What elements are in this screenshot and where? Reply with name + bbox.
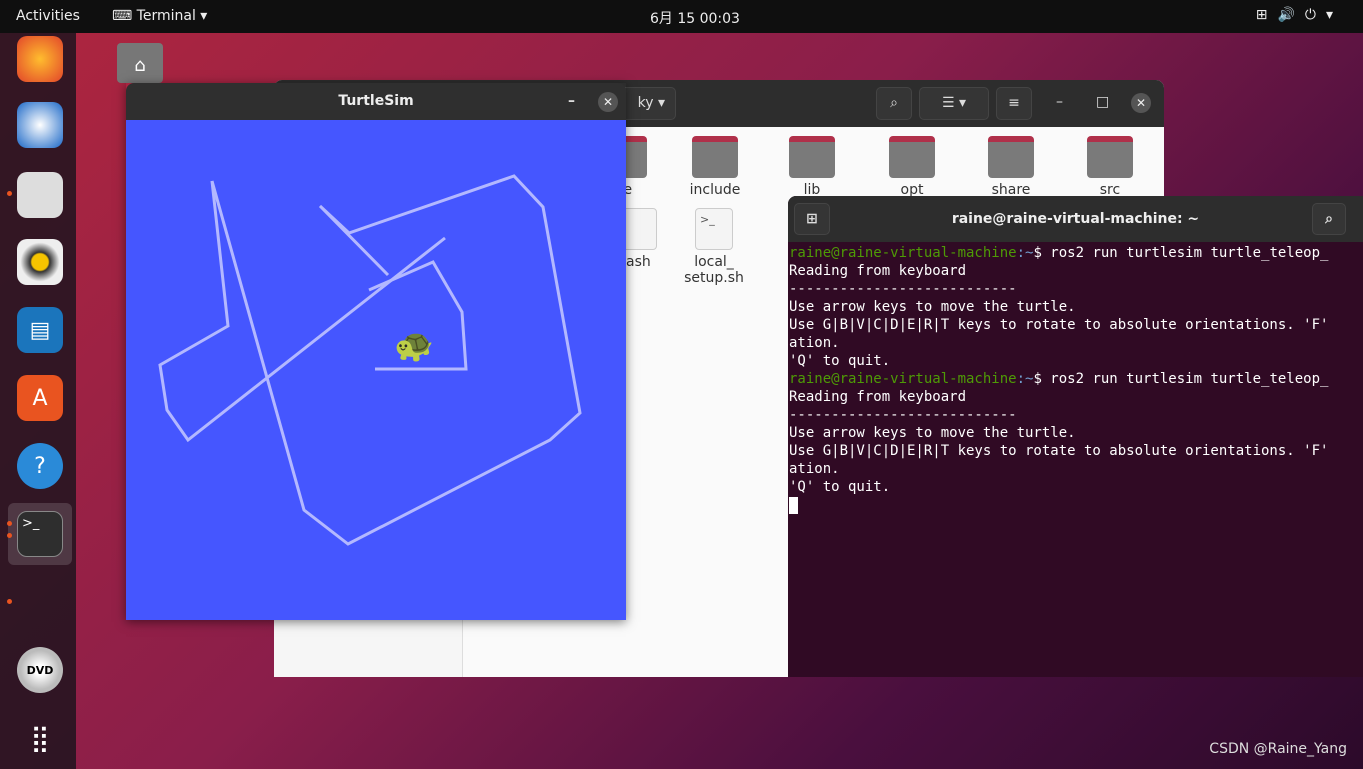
home-folder-icon[interactable]: ⌂ [117,43,163,83]
firefox-icon[interactable] [17,36,63,82]
top-bar: Activities ⌨ Terminal ▾ 6月 15 00:03 ⊞🔊⏻▾ [0,0,1363,33]
terminal-output[interactable]: raine@raine-virtual-machine:~$ ros2 run … [788,242,1363,516]
new-tab-icon[interactable]: ⊞ [794,203,830,235]
folder-item[interactable]: share [981,136,1041,198]
minimize-button[interactable]: – [1056,94,1063,110]
app-menu[interactable]: ⌨ Terminal ▾ [112,8,207,24]
show-apps-icon[interactable]: ⣿ [17,716,63,762]
dock: ▤ A ? >_ DVD ⣿ [0,33,76,769]
power-icon: ⏻▾ [1304,7,1343,23]
trail-segment [158,180,446,443]
network-icon: ⊞ [1255,7,1278,23]
folder-item[interactable]: opt [882,136,942,198]
search-icon[interactable]: ⌕ [876,87,912,120]
view-toggle[interactable]: ☰ ▾ [919,87,989,120]
turtle-canvas: 🐢 [126,120,626,620]
rhythmbox-icon[interactable] [17,239,63,285]
writer-icon[interactable]: ▤ [17,307,63,353]
close-button[interactable]: ✕ [1131,93,1151,113]
help-icon[interactable]: ? [17,443,63,489]
file-item[interactable]: >_ local_ setup.sh [684,208,744,286]
maximize-button[interactable]: □ [1096,94,1109,110]
folder-item[interactable]: include [685,136,745,198]
turtle-icon: 🐢 [394,326,434,364]
menu-icon[interactable]: ≡ [996,87,1032,120]
app-name: Terminal [136,8,196,24]
close-button[interactable]: ✕ [598,92,618,112]
terminal-icon[interactable]: >_ [17,511,63,557]
dvd-icon[interactable]: DVD [17,647,63,693]
files-icon[interactable] [17,172,63,218]
terminal-window: ⊞ raine@raine-virtual-machine: ~ ⌕ raine… [788,196,1363,677]
search-icon[interactable]: ⌕ [1312,203,1346,235]
turtle-trail [158,174,582,546]
window-title: raine@raine-virtual-machine: ~ [951,211,1200,227]
minimize-button[interactable]: – [568,83,575,120]
system-tray[interactable]: ⊞🔊⏻▾ [1256,7,1343,23]
window-title: TurtleSim [338,93,414,109]
volume-icon: 🔊 [1277,7,1305,23]
turtlesim-window: TurtleSim – ✕ 🐢 [126,83,626,620]
software-icon[interactable]: A [17,375,63,421]
thunderbird-icon[interactable] [17,102,63,148]
watermark: CSDN @Raine_Yang [1209,741,1347,757]
folder-item[interactable]: lib [782,136,842,198]
activities-button[interactable]: Activities [16,8,80,24]
clock[interactable]: 6月 15 00:03 [650,8,740,28]
cursor [789,497,798,514]
folder-item[interactable]: src [1080,136,1140,198]
